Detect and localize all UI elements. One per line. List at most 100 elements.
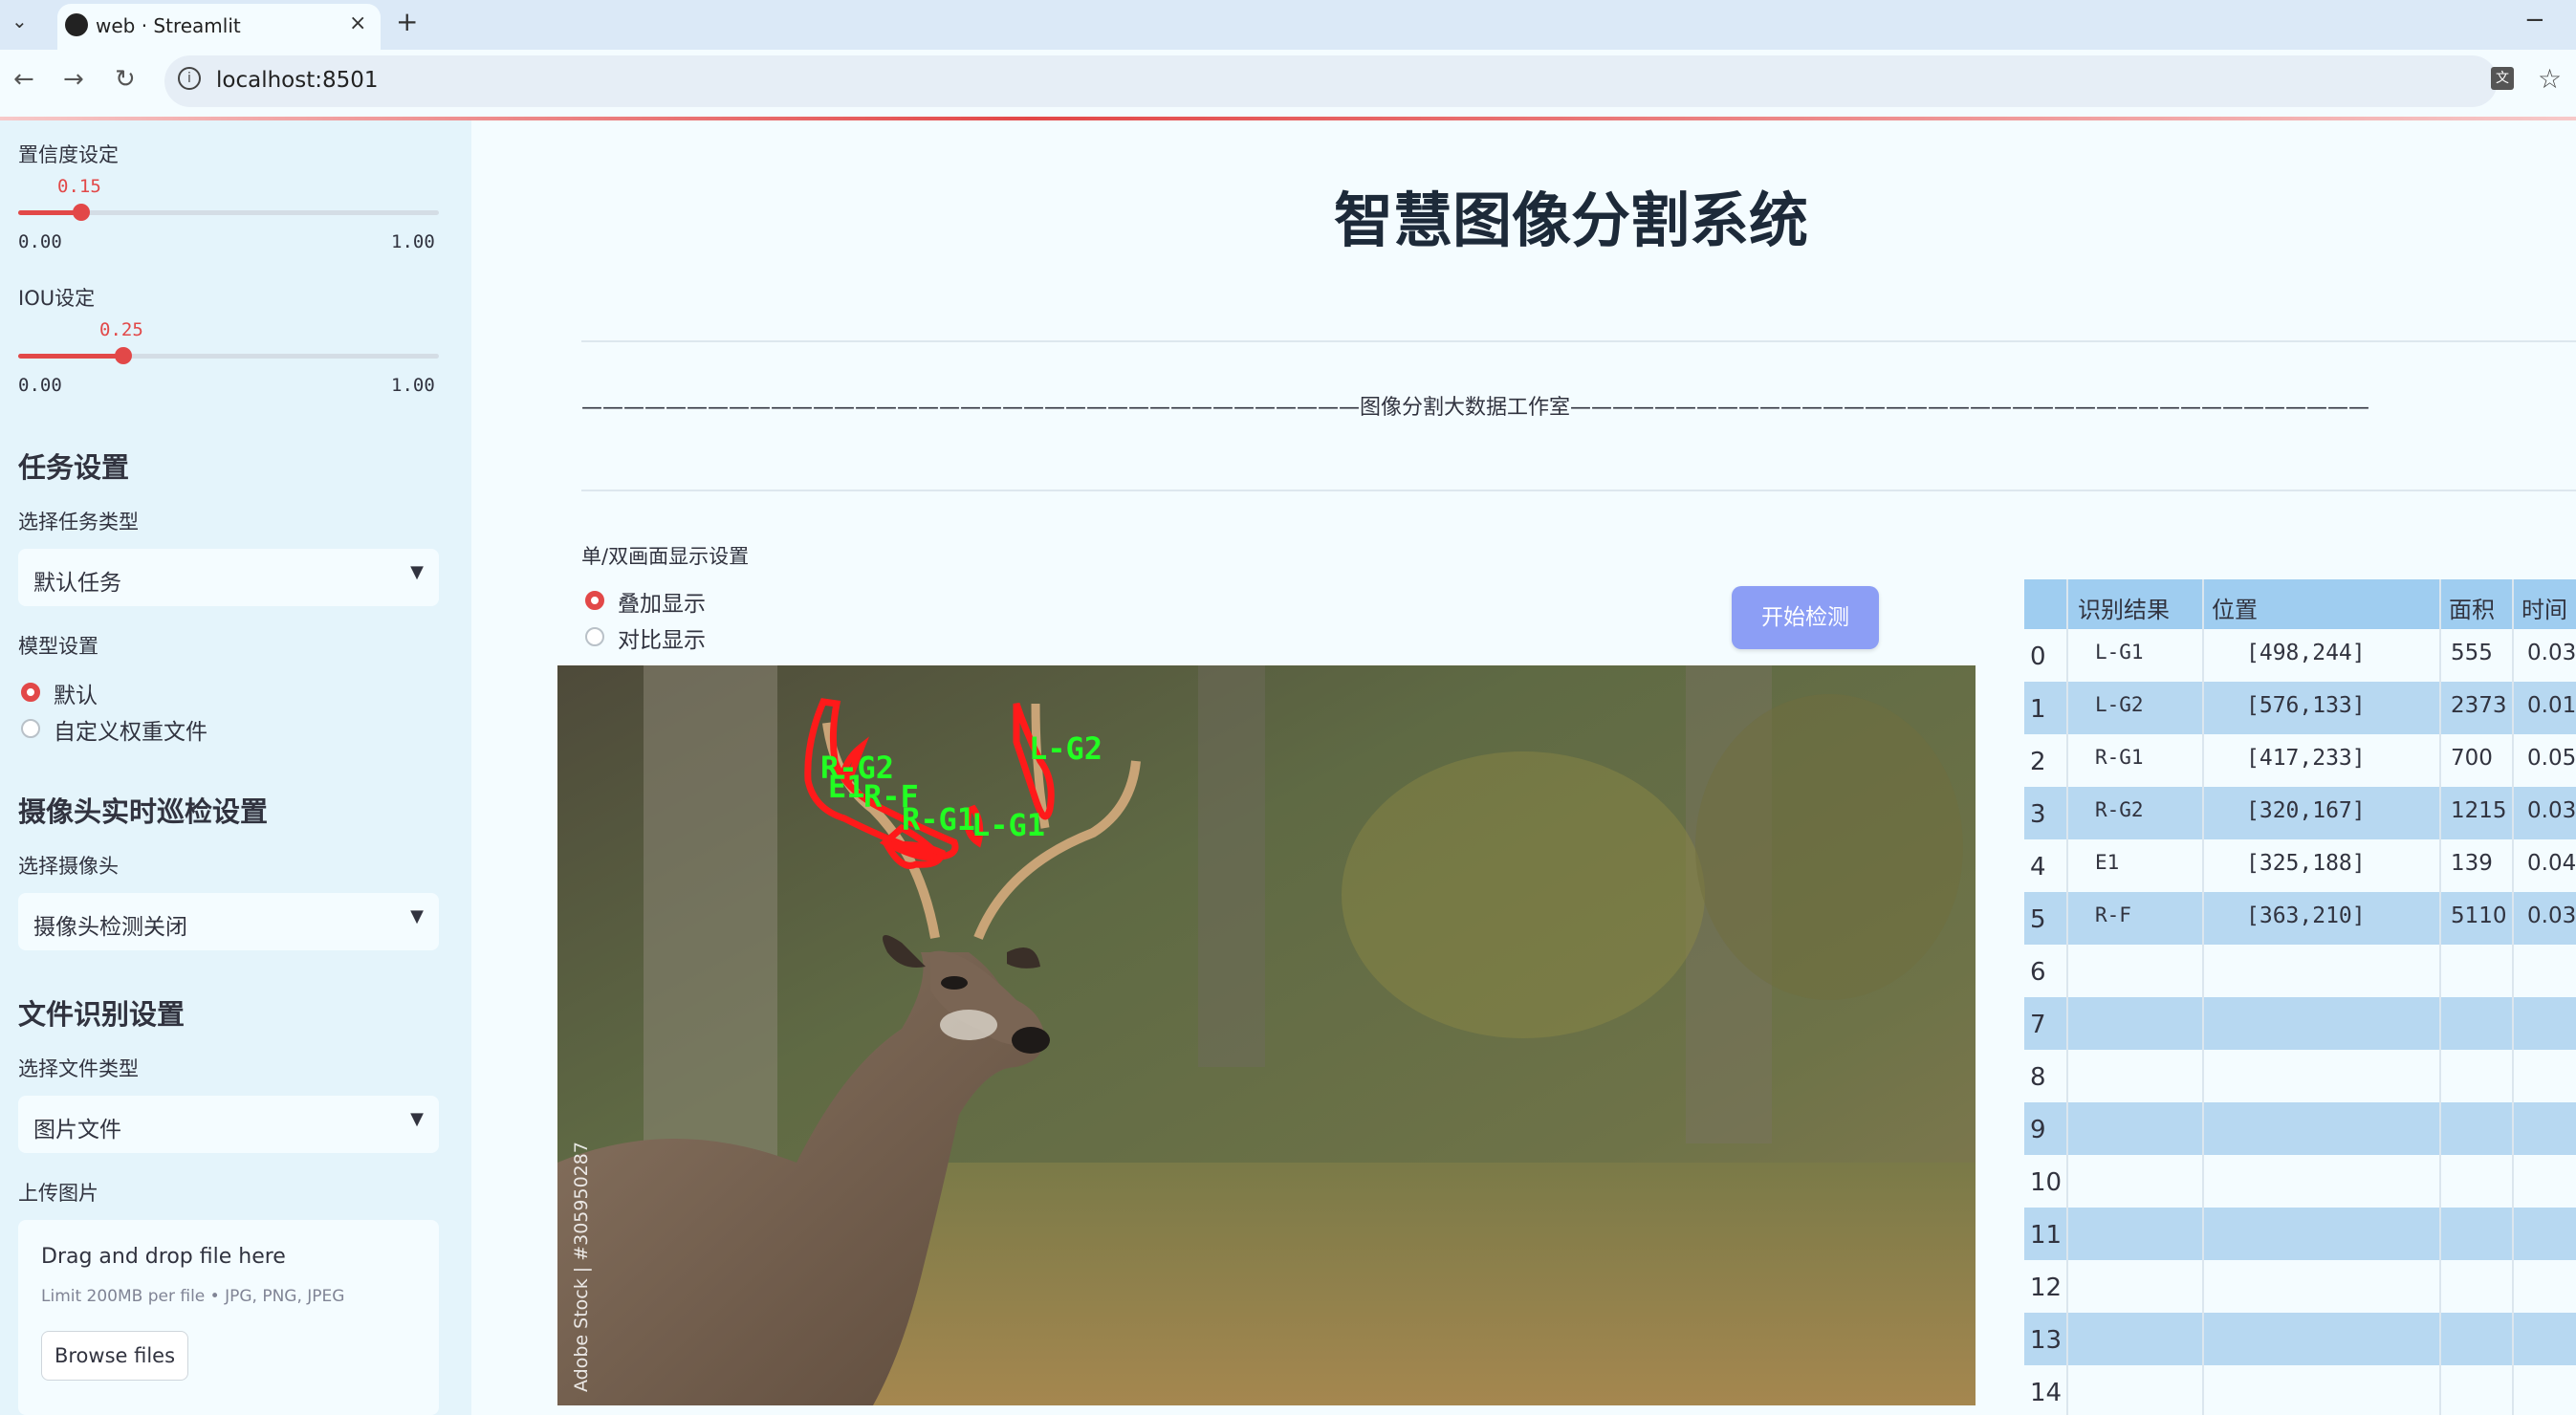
file-type-label: 选择文件类型 (18, 1057, 139, 1080)
task-type-select[interactable]: 默认任务 ▼ (18, 549, 439, 606)
camera-label: 选择摄像头 (18, 855, 119, 878)
tab-list-chevron-icon[interactable]: ⌄ (11, 10, 28, 33)
iou-max: 1.00 (391, 375, 435, 396)
address-bar: ← → ↻ i localhost:8501 文 ☆ (0, 50, 2576, 118)
iou-slider[interactable] (18, 347, 439, 364)
model-option-custom[interactable]: 自定义权重文件 (54, 713, 207, 746)
model-radio-default[interactable] (21, 683, 40, 702)
header-result[interactable]: 识别结果 (2078, 591, 2170, 624)
cell-time: 0.03 (2527, 641, 2576, 665)
table-row[interactable]: 8 (2024, 1050, 2576, 1102)
confidence-label: 置信度设定 (18, 143, 119, 166)
upload-drag-text: Drag and drop file here (41, 1245, 286, 1269)
display-option-compare[interactable]: 对比显示 (618, 621, 706, 654)
table-row[interactable]: 0 L-G1 [498,244] 555 0.03 (2024, 629, 2576, 682)
row-index: 8 (2030, 1063, 2046, 1092)
start-detection-button[interactable]: 开始检测 (1732, 586, 1879, 649)
cell-time: 0.05 (2527, 746, 2576, 771)
column-separator (2512, 579, 2514, 1415)
row-index: 4 (2030, 853, 2046, 882)
chevron-down-icon: ▼ (410, 562, 424, 582)
tab-close-icon[interactable]: × (349, 11, 366, 35)
cell-area: 700 (2451, 746, 2493, 771)
display-option-overlay[interactable]: 叠加显示 (618, 585, 706, 618)
file-type-value: 图片文件 (33, 1118, 121, 1143)
translate-icon[interactable]: 文 (2491, 67, 2514, 90)
table-row[interactable]: 2 R-G1 [417,233] 700 0.05 (2024, 734, 2576, 787)
browse-files-button[interactable]: Browse files (41, 1331, 188, 1381)
row-index: 11 (2030, 1221, 2063, 1250)
reload-icon[interactable]: ↻ (115, 65, 136, 94)
minimize-icon[interactable]: − (2524, 6, 2545, 34)
forward-icon[interactable]: → (63, 65, 84, 94)
display-radio-compare[interactable] (585, 627, 604, 646)
browser-tab[interactable]: web · Streamlit × (57, 4, 381, 50)
confidence-slider[interactable] (18, 204, 439, 221)
deer-photo: R-G2 E1 R-F R-G1 L-G1 L-G2 (557, 665, 1976, 1405)
column-separator (2439, 579, 2441, 1415)
tab-title: web · Streamlit (96, 14, 241, 37)
column-separator (2202, 579, 2204, 1415)
cell-area: 139 (2451, 851, 2493, 876)
back-icon[interactable]: ← (13, 65, 34, 94)
file-heading: 文件识别设置 (18, 998, 186, 1031)
table-row[interactable]: 1 L-G2 [576,133] 2373 0.01 (2024, 682, 2576, 734)
browser-tab-bar: ⌄ web · Streamlit × + − (0, 0, 2576, 50)
detection-label-l-g2: L-G2 (1029, 730, 1102, 767)
upload-label: 上传图片 (18, 1182, 98, 1205)
table-row[interactable]: 12 (2024, 1260, 2576, 1313)
cell-position: [363,210] (2246, 903, 2366, 928)
iou-slider-fill (18, 354, 123, 359)
row-index: 0 (2030, 642, 2046, 671)
display-radio-overlay[interactable] (585, 591, 604, 610)
table-row[interactable]: 5 R-F [363,210] 5110 0.03 (2024, 892, 2576, 945)
new-tab-icon[interactable]: + (396, 6, 418, 37)
model-radio-custom[interactable] (21, 719, 40, 738)
iou-slider-thumb[interactable] (115, 347, 132, 364)
cell-area: 5110 (2451, 903, 2507, 928)
file-uploader-dropzone[interactable]: Drag and drop file here Limit 200MB per … (18, 1220, 439, 1415)
task-heading: 任务设置 (18, 451, 130, 484)
row-index: 1 (2030, 695, 2046, 724)
detection-label-e1: E1 (828, 769, 865, 805)
page-title: 智慧图像分割系统 (1334, 185, 1809, 255)
segmentation-result-image: R-G2 E1 R-F R-G1 L-G1 L-G2 Adobe Stock |… (557, 665, 1976, 1405)
upload-limit-text: Limit 200MB per file • JPG, PNG, JPEG (41, 1287, 345, 1306)
cell-position: [498,244] (2246, 641, 2366, 665)
table-row[interactable]: 6 (2024, 945, 2576, 997)
table-row[interactable]: 11 (2024, 1208, 2576, 1260)
header-area[interactable]: 面积 (2449, 591, 2495, 624)
table-row[interactable]: 3 R-G2 [320,167] 1215 0.03 (2024, 787, 2576, 839)
task-type-label: 选择任务类型 (18, 511, 139, 533)
detection-label-l-g1: L-G1 (971, 807, 1045, 843)
row-index: 3 (2030, 800, 2046, 829)
table-row[interactable]: 14 (2024, 1365, 2576, 1415)
row-index: 9 (2030, 1116, 2046, 1144)
file-type-select[interactable]: 图片文件 ▼ (18, 1096, 439, 1153)
row-index: 5 (2030, 905, 2046, 934)
table-row[interactable]: 9 (2024, 1102, 2576, 1155)
table-row[interactable]: 7 (2024, 997, 2576, 1050)
header-time[interactable]: 时间 (2521, 591, 2567, 624)
model-option-default[interactable]: 默认 (54, 677, 98, 709)
cell-time: 0.03 (2527, 903, 2576, 928)
header-position[interactable]: 位置 (2212, 591, 2258, 624)
table-row[interactable]: 10 (2024, 1155, 2576, 1208)
table-row[interactable]: 13 (2024, 1313, 2576, 1365)
url-field[interactable]: i localhost:8501 (164, 55, 2498, 107)
confidence-max: 1.00 (391, 231, 435, 252)
chevron-down-icon: ▼ (410, 906, 424, 926)
results-table[interactable]: 识别结果 位置 面积 时间 0 L-G1 [498,244] 555 0.03 1 L-G2… (2024, 579, 2576, 1415)
row-index: 14 (2030, 1379, 2063, 1407)
camera-heading: 摄像头实时巡检设置 (18, 795, 269, 828)
row-index: 12 (2030, 1274, 2063, 1302)
task-type-value: 默认任务 (33, 571, 121, 596)
confidence-slider-thumb[interactable] (73, 204, 90, 221)
cell-position: [320,167] (2246, 798, 2366, 823)
bookmark-star-icon[interactable]: ☆ (2538, 63, 2562, 95)
table-row[interactable]: 4 E1 [325,188] 139 0.04 (2024, 839, 2576, 892)
camera-select[interactable]: 摄像头检测关闭 ▼ (18, 893, 439, 950)
cell-result: R-G2 (2095, 798, 2144, 821)
site-info-icon[interactable]: i (178, 67, 201, 90)
table-header: 识别结果 位置 面积 时间 (2024, 579, 2576, 629)
